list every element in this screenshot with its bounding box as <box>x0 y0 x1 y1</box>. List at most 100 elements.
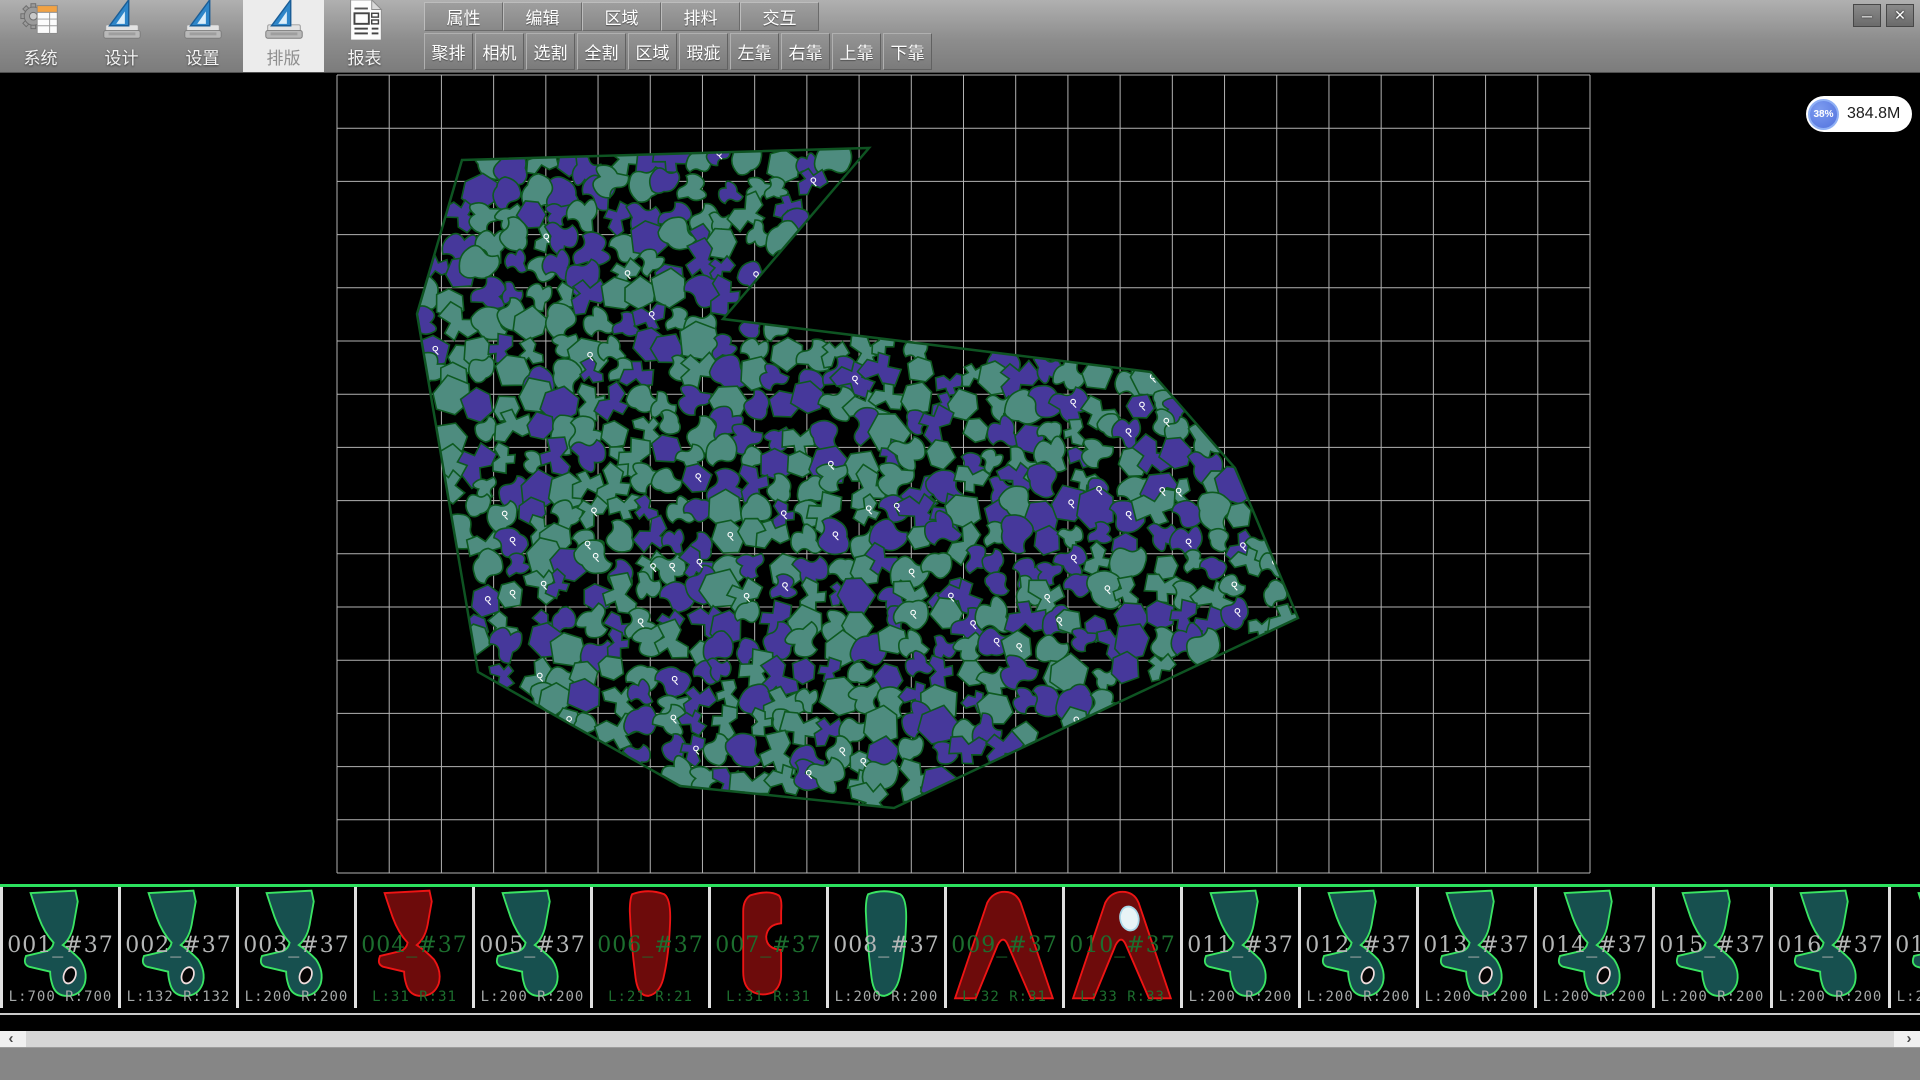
ribbon-big-buttons: 系统 设计 设置 排版 报表 <box>0 0 405 72</box>
ribbon-button-设计[interactable]: 设计 <box>81 0 162 72</box>
tool-button-区域[interactable]: 区域 <box>628 33 677 70</box>
tool-button-上靠[interactable]: 上靠 <box>832 33 881 70</box>
scroll-right-arrow-icon[interactable]: › <box>1900 1031 1918 1047</box>
piece-name-label: 004_#37 <box>357 933 472 958</box>
piece-lr-count-label: L:33 R:33 <box>1065 989 1180 1005</box>
piece-lr-count-label: L:32 R:31 <box>947 989 1062 1005</box>
menu-item-交互[interactable]: 交互 <box>740 2 819 31</box>
design-ruler-icon <box>99 0 145 43</box>
piece-name-label: 009_#37 <box>947 933 1062 958</box>
tool-button-全割[interactable]: 全割 <box>577 33 626 70</box>
thumbnail-cell-017_#37[interactable]: 017_#37 L:200 R:200 <box>1891 887 1920 1008</box>
thumbnail-cell-016_#37[interactable]: 016_#37 L:200 R:200 <box>1773 887 1891 1008</box>
thumbnail-cell-009_#37[interactable]: 009_#37 L:32 R:31 <box>947 887 1065 1008</box>
piece-name-label: 013_#37 <box>1419 933 1534 958</box>
menu-bar: 属性编辑区域排料交互 <box>424 2 819 31</box>
thumbnail-cell-001_#37[interactable]: 001_#37 L:700 R:700 <box>0 887 121 1008</box>
thumbnail-cell-015_#37[interactable]: 015_#37 L:200 R:200 <box>1655 887 1773 1008</box>
tool-button-聚排[interactable]: 聚排 <box>424 33 473 70</box>
tool-button-相机[interactable]: 相机 <box>475 33 524 70</box>
status-bar <box>0 1047 1920 1080</box>
tool-button-选割[interactable]: 选割 <box>526 33 575 70</box>
tool-button-下靠[interactable]: 下靠 <box>883 33 932 70</box>
tool-button-瑕疵[interactable]: 瑕疵 <box>679 33 728 70</box>
nesting-ruler-icon <box>261 0 307 43</box>
thumbnail-cell-013_#37[interactable]: 013_#37 L:200 R:200 <box>1419 887 1537 1008</box>
piece-name-label: 002_#37 <box>121 933 236 958</box>
report-document-icon <box>342 0 388 43</box>
system-gear-icon <box>18 0 64 43</box>
close-button[interactable]: ✕ <box>1886 4 1914 27</box>
piece-name-label: 014_#37 <box>1537 933 1652 958</box>
piece-lr-count-label: L:700 R:700 <box>3 989 118 1005</box>
tool-button-右靠[interactable]: 右靠 <box>781 33 830 70</box>
thumbnail-cell-008_#37[interactable]: 008_#37 L:200 R:200 <box>829 887 947 1008</box>
piece-lr-count-label: L:200 R:200 <box>475 989 590 1005</box>
top-ribbon: 系统 设计 设置 排版 报表 属性编辑区 <box>0 0 1920 73</box>
menu-item-属性[interactable]: 属性 <box>424 2 503 31</box>
piece-name-label: 016_#37 <box>1773 933 1888 958</box>
thumbnail-cell-007_#37[interactable]: 007_#37 L:31 R:31 <box>711 887 829 1008</box>
thumbnail-cell-010_#37[interactable]: 010_#37 L:33 R:33 <box>1065 887 1183 1008</box>
scroll-left-arrow-icon[interactable]: ‹ <box>2 1031 20 1047</box>
piece-lr-count-label: L:200 R:200 <box>1537 989 1652 1005</box>
ribbon-button-label: 排版 <box>267 44 301 69</box>
menu-item-排料[interactable]: 排料 <box>661 2 740 31</box>
piece-lr-count-label: L:132 R:132 <box>121 989 236 1005</box>
memory-usage-badge: 38% 384.8M <box>1806 96 1912 132</box>
thumbnail-cell-004_#37[interactable]: 004_#37 L:31 R:31 <box>357 887 475 1008</box>
ribbon-button-报表[interactable]: 报表 <box>324 0 405 72</box>
window-controls: ─ ✕ <box>1853 4 1914 27</box>
tool-button-左靠[interactable]: 左靠 <box>730 33 779 70</box>
ribbon-button-label: 报表 <box>348 44 382 69</box>
settings-ruler-icon <box>180 0 226 43</box>
ribbon-button-label: 系统 <box>24 44 58 69</box>
thumbnail-cell-006_#37[interactable]: 006_#37 L:21 R:21 <box>593 887 711 1008</box>
memory-percent-indicator: 38% <box>1808 99 1839 130</box>
ribbon-button-排版[interactable]: 排版 <box>243 0 324 72</box>
menu-item-区域[interactable]: 区域 <box>582 2 661 31</box>
piece-lr-count-label: L:200 R:200 <box>829 989 944 1005</box>
menu-item-编辑[interactable]: 编辑 <box>503 2 582 31</box>
ribbon-button-label: 设置 <box>186 44 220 69</box>
scrollbar-thumb[interactable] <box>26 1031 1894 1047</box>
ribbon-button-系统[interactable]: 系统 <box>0 0 81 72</box>
piece-name-label: 011_#37 <box>1183 933 1298 958</box>
minimize-button[interactable]: ─ <box>1853 4 1881 27</box>
piece-name-label: 017_#37 <box>1891 933 1920 958</box>
piece-lr-count-label: L:21 R:21 <box>593 989 708 1005</box>
thumbnail-cell-014_#37[interactable]: 014_#37 L:200 R:200 <box>1537 887 1655 1008</box>
piece-name-label: 010_#37 <box>1065 933 1180 958</box>
nest-drawing <box>0 72 1920 884</box>
nesting-app-window: { "window": { "controls": { "minimize": … <box>0 0 1920 1080</box>
thumbnail-cell-005_#37[interactable]: 005_#37 L:200 R:200 <box>475 887 593 1008</box>
piece-name-label: 006_#37 <box>593 933 708 958</box>
horizontal-scrollbar[interactable]: ‹ › <box>0 1031 1920 1047</box>
piece-lr-count-label: L:200 R:200 <box>1773 989 1888 1005</box>
nesting-canvas[interactable] <box>0 72 1920 884</box>
thumbnail-cell-002_#37[interactable]: 002_#37 L:132 R:132 <box>121 887 239 1008</box>
piece-name-label: 005_#37 <box>475 933 590 958</box>
thumbnail-cell-012_#37[interactable]: 012_#37 L:200 R:200 <box>1301 887 1419 1008</box>
piece-name-label: 008_#37 <box>829 933 944 958</box>
memory-amount-label: 384.8M <box>1847 105 1900 123</box>
piece-lr-count-label: L:200 R:200 <box>1419 989 1534 1005</box>
piece-lr-count-label: L:31 R:31 <box>711 989 826 1005</box>
piece-name-label: 001_#37 <box>3 933 118 958</box>
piece-filmstrip: 001_#37 L:700 R:700 002_#37 L:132 R:132 00… <box>0 884 1920 1015</box>
tool-bar: 聚排相机选割全割区域瑕疵左靠右靠上靠下靠 <box>424 33 932 70</box>
piece-name-label: 015_#37 <box>1655 933 1770 958</box>
piece-lr-count-label: L:200 R:200 <box>1655 989 1770 1005</box>
ribbon-button-设置[interactable]: 设置 <box>162 0 243 72</box>
piece-lr-count-label: L:31 R:31 <box>357 989 472 1005</box>
piece-lr-count-label: L:200 R:200 <box>1183 989 1298 1005</box>
piece-name-label: 007_#37 <box>711 933 826 958</box>
ribbon-button-label: 设计 <box>105 44 139 69</box>
thumbnail-cell-003_#37[interactable]: 003_#37 L:200 R:200 <box>239 887 357 1008</box>
thumbnail-cell-011_#37[interactable]: 011_#37 L:200 R:200 <box>1183 887 1301 1008</box>
piece-name-label: 012_#37 <box>1301 933 1416 958</box>
piece-lr-count-label: L:200 R:200 <box>1301 989 1416 1005</box>
piece-lr-count-label: L:200 R:200 <box>239 989 354 1005</box>
piece-lr-count-label: L:200 R:200 <box>1891 989 1920 1005</box>
piece-name-label: 003_#37 <box>239 933 354 958</box>
